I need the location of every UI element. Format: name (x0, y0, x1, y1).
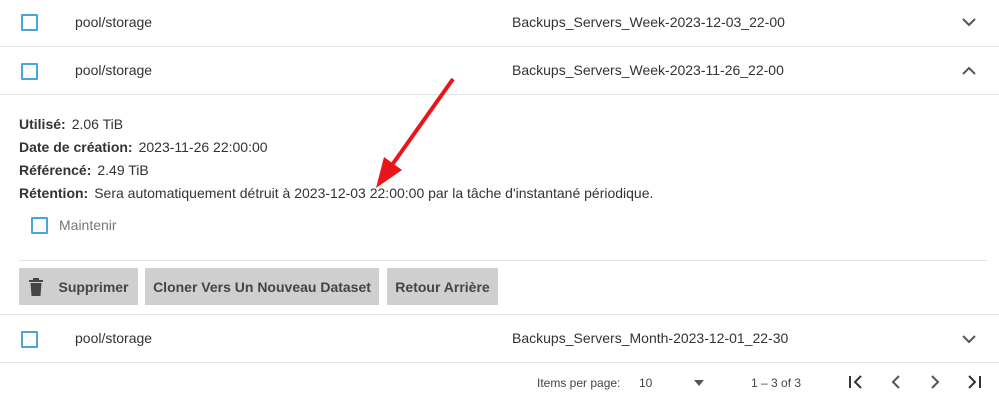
divider (19, 260, 987, 261)
row-checkbox[interactable] (21, 63, 38, 80)
retention-line: Rétention: Sera automatiquement détruit à… (19, 185, 653, 201)
page-range: 1 – 3 of 3 (751, 376, 802, 390)
snapshot-cell: Backups_Servers_Month-2023-12-01_22-30 (512, 330, 789, 346)
chevron-down-icon[interactable] (960, 330, 978, 348)
dataset-cell: pool/storage (75, 62, 153, 78)
first-page-icon[interactable] (846, 372, 866, 392)
chevron-up-icon[interactable] (960, 62, 978, 80)
snapshot-cell: Backups_Servers_Week-2023-12-03_22-00 (512, 14, 785, 30)
dataset-cell: pool/storage (75, 330, 153, 346)
dropdown-arrow-icon (694, 380, 704, 386)
created-line: Date de création: 2023-11-26 22:00:00 (19, 139, 268, 155)
retention-label: Rétention: (19, 185, 89, 201)
chevron-down-icon[interactable] (960, 13, 978, 31)
referenced-label: Référencé: (19, 162, 92, 178)
clone-button[interactable]: Cloner Vers Un Nouveau Dataset (145, 268, 379, 305)
table-row-expanded[interactable]: pool/storage Backups_Servers_Week-2023-1… (0, 47, 999, 95)
trash-icon (29, 277, 44, 296)
delete-button[interactable]: Supprimer (19, 268, 138, 305)
referenced-value: 2.49 TiB (97, 162, 149, 178)
table-row[interactable]: pool/storage Backups_Servers_Week-2023-1… (0, 0, 999, 47)
snapshot-cell: Backups_Servers_Week-2023-11-26_22-00 (512, 62, 784, 78)
items-per-page-label: Items per page: (537, 376, 621, 390)
referenced-line: Référencé: 2.49 TiB (19, 162, 149, 178)
table-row[interactable]: pool/storage Backups_Servers_Month-2023-… (0, 315, 999, 363)
created-value: 2023-11-26 22:00:00 (138, 139, 268, 155)
delete-label: Supprimer (58, 278, 129, 295)
hold-checkbox[interactable] (31, 217, 48, 234)
used-line: Utilisé: 2.06 TiB (19, 116, 123, 132)
used-label: Utilisé: (19, 116, 66, 132)
dataset-cell: pool/storage (75, 14, 153, 30)
hold-label: Maintenir (59, 217, 117, 233)
row-checkbox[interactable] (21, 14, 38, 31)
used-value: 2.06 TiB (71, 116, 124, 132)
items-per-page-value: 10 (639, 376, 653, 390)
rollback-button[interactable]: Retour Arrière (387, 268, 498, 305)
retention-value: Sera automatiquement détruit à 2023-12-0… (94, 185, 654, 201)
previous-page-icon[interactable] (886, 372, 906, 392)
created-label: Date de création: (19, 139, 133, 155)
row-checkbox[interactable] (21, 331, 38, 348)
items-per-page-select[interactable]: 10 (639, 372, 709, 392)
paginator: Items per page: 10 1 – 3 of 3 (0, 363, 999, 399)
next-page-icon[interactable] (925, 372, 945, 392)
snapshot-details: Utilisé: 2.06 TiB Date de création: 2023-1… (0, 95, 999, 315)
last-page-icon[interactable] (964, 372, 984, 392)
